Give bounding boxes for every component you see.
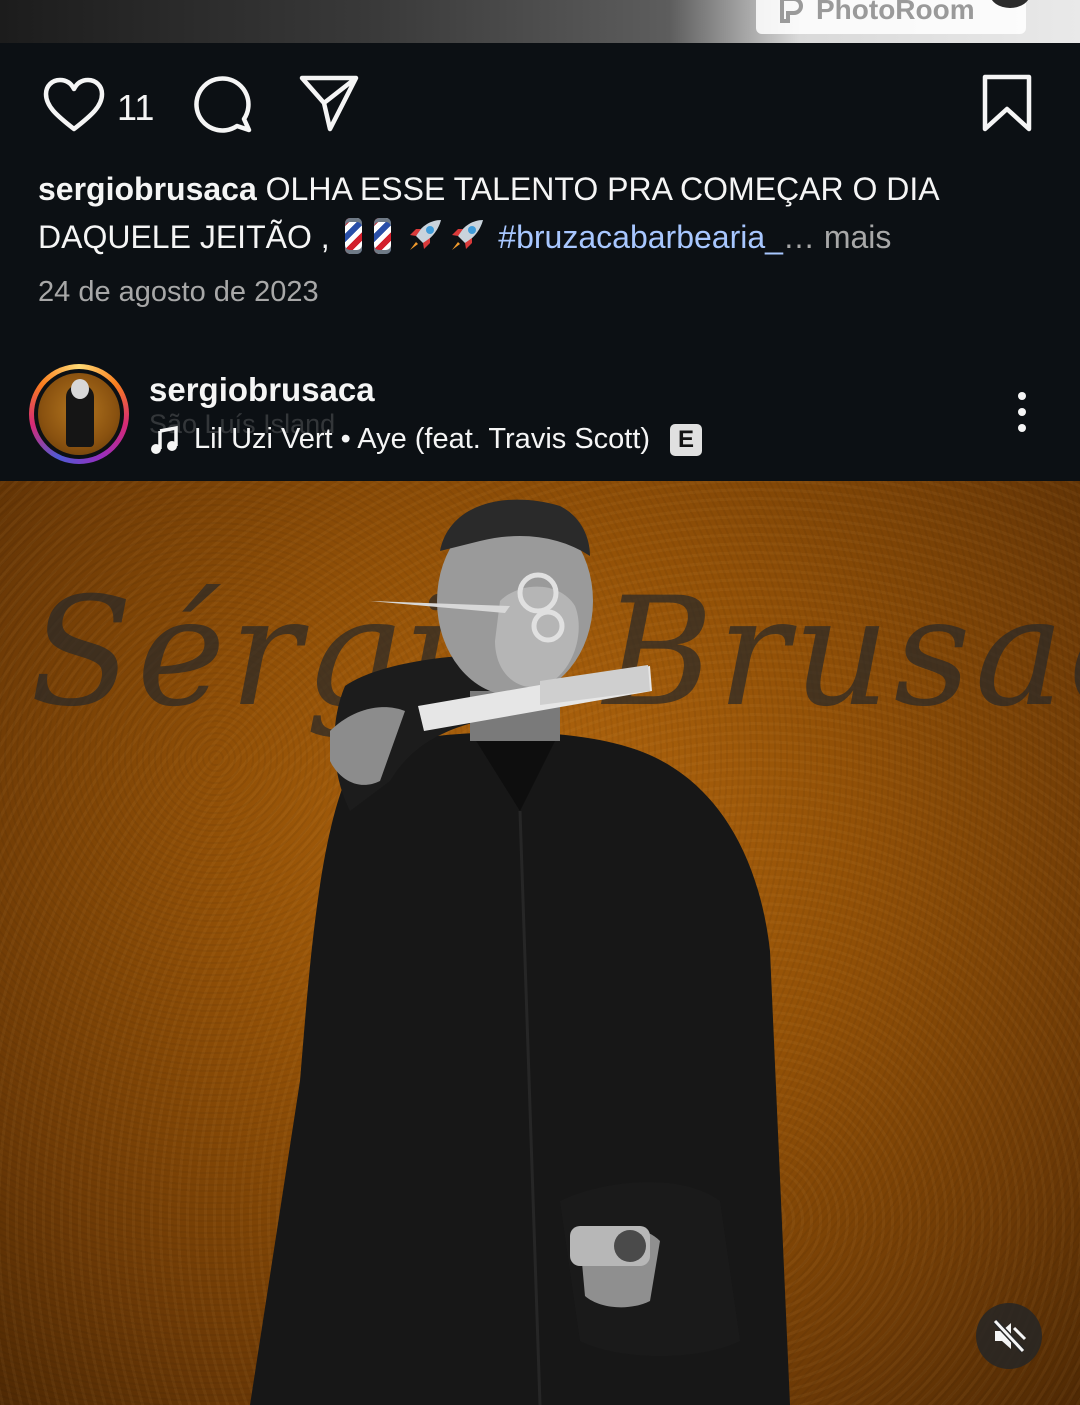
avatar-head (71, 379, 89, 399)
share-button[interactable] (298, 73, 360, 133)
save-button[interactable] (980, 73, 1034, 133)
speaker-muted-icon (992, 1318, 1027, 1354)
barber-pole-icon (344, 218, 362, 254)
heart-outline-icon (43, 77, 105, 132)
photoroom-badge: PhotoRoom (756, 0, 1026, 34)
bookmark-outline-icon (982, 74, 1032, 132)
caption-ellipsis: … (782, 219, 815, 255)
avatar-border (34, 369, 124, 459)
caption-hashtag[interactable]: #bruzacabarbearia_ (498, 219, 783, 255)
post-caption[interactable]: sergiobrusaca OLHA ESSE TALENTO PRA COME… (38, 165, 1038, 261)
post-header: sergiobrusaca São Luís Island Lil Uzi Ve… (0, 345, 1080, 481)
post-action-bar: 11 (0, 43, 1080, 163)
like-button[interactable] (42, 77, 106, 133)
post-username[interactable]: sergiobrusaca (149, 371, 375, 409)
music-note-icon (151, 425, 178, 454)
mute-toggle-button[interactable] (976, 1303, 1042, 1369)
barber-pole-icon (373, 218, 391, 254)
rocket-icon (410, 220, 442, 250)
photoroom-label: PhotoRoom (816, 0, 975, 25)
avatar-image (38, 373, 120, 455)
post-media[interactable]: Sérgio Brusaca (0, 481, 1080, 1405)
rocket-icon (452, 220, 484, 250)
explicit-badge: E (670, 423, 703, 456)
more-options-button[interactable] (1004, 390, 1040, 434)
caption-more-link[interactable]: mais (824, 219, 892, 255)
music-attribution[interactable]: Lil Uzi Vert • Aye (feat. Travis Scott) … (150, 423, 703, 456)
music-track-label: Lil Uzi Vert • Aye (feat. Travis Scott) (194, 423, 651, 455)
speech-bubble-icon (194, 76, 252, 133)
photoroom-logo-icon (780, 0, 803, 23)
vertical-dots-icon (1018, 392, 1026, 432)
post-date: 24 de agosto de 2023 (38, 276, 319, 308)
comment-button[interactable] (192, 73, 254, 135)
like-count[interactable]: 11 (117, 87, 154, 129)
avatar[interactable] (29, 364, 129, 464)
caption-username[interactable]: sergiobrusaca (38, 171, 257, 207)
paper-plane-icon (299, 75, 359, 132)
barber-photo (250, 499, 790, 1405)
previous-post-media[interactable]: PhotoRoom (0, 0, 1080, 43)
